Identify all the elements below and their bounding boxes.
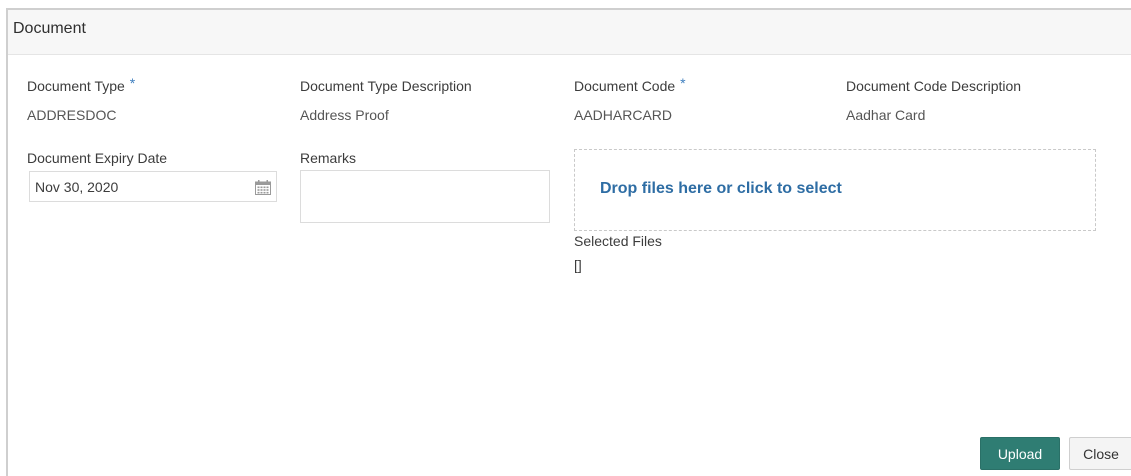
document-type-label: Document Type * <box>27 75 136 94</box>
document-expiry-date-value: Nov 30, 2020 <box>35 179 119 195</box>
document-type-value: ADDRESDOC <box>27 107 117 123</box>
close-button[interactable]: Close <box>1069 437 1131 470</box>
required-asterisk: * <box>680 75 686 91</box>
panel-title: Document <box>13 20 86 37</box>
calendar-icon[interactable] <box>255 180 271 195</box>
document-expiry-date-label: Document Expiry Date <box>27 150 168 166</box>
document-code-label: Document Code * <box>574 75 686 94</box>
document-panel: Document Document Type * ADDRESDOC Docume… <box>6 8 1131 476</box>
upload-button[interactable]: Upload <box>980 437 1060 470</box>
document-expiry-date-input[interactable]: Nov 30, 2020 <box>29 171 277 202</box>
panel-header: Document <box>8 10 1131 55</box>
file-dropzone[interactable]: Drop files here or click to select <box>574 149 1096 231</box>
document-code-description-label: Document Code Description <box>846 78 1022 94</box>
document-code-value: AADHARCARD <box>574 107 673 123</box>
required-asterisk: * <box>129 75 136 91</box>
document-type-description-label: Document Type Description <box>300 78 472 94</box>
remarks-input[interactable] <box>300 170 550 223</box>
document-type-description-value: Address Proof <box>300 107 389 123</box>
document-code-description-value: Aadhar Card <box>846 107 926 123</box>
dropzone-text: Drop files here or click to select <box>600 180 842 197</box>
selected-files-label: Selected Files <box>574 233 662 249</box>
remarks-label: Remarks <box>300 150 357 166</box>
selected-files-value: [] <box>574 257 582 273</box>
